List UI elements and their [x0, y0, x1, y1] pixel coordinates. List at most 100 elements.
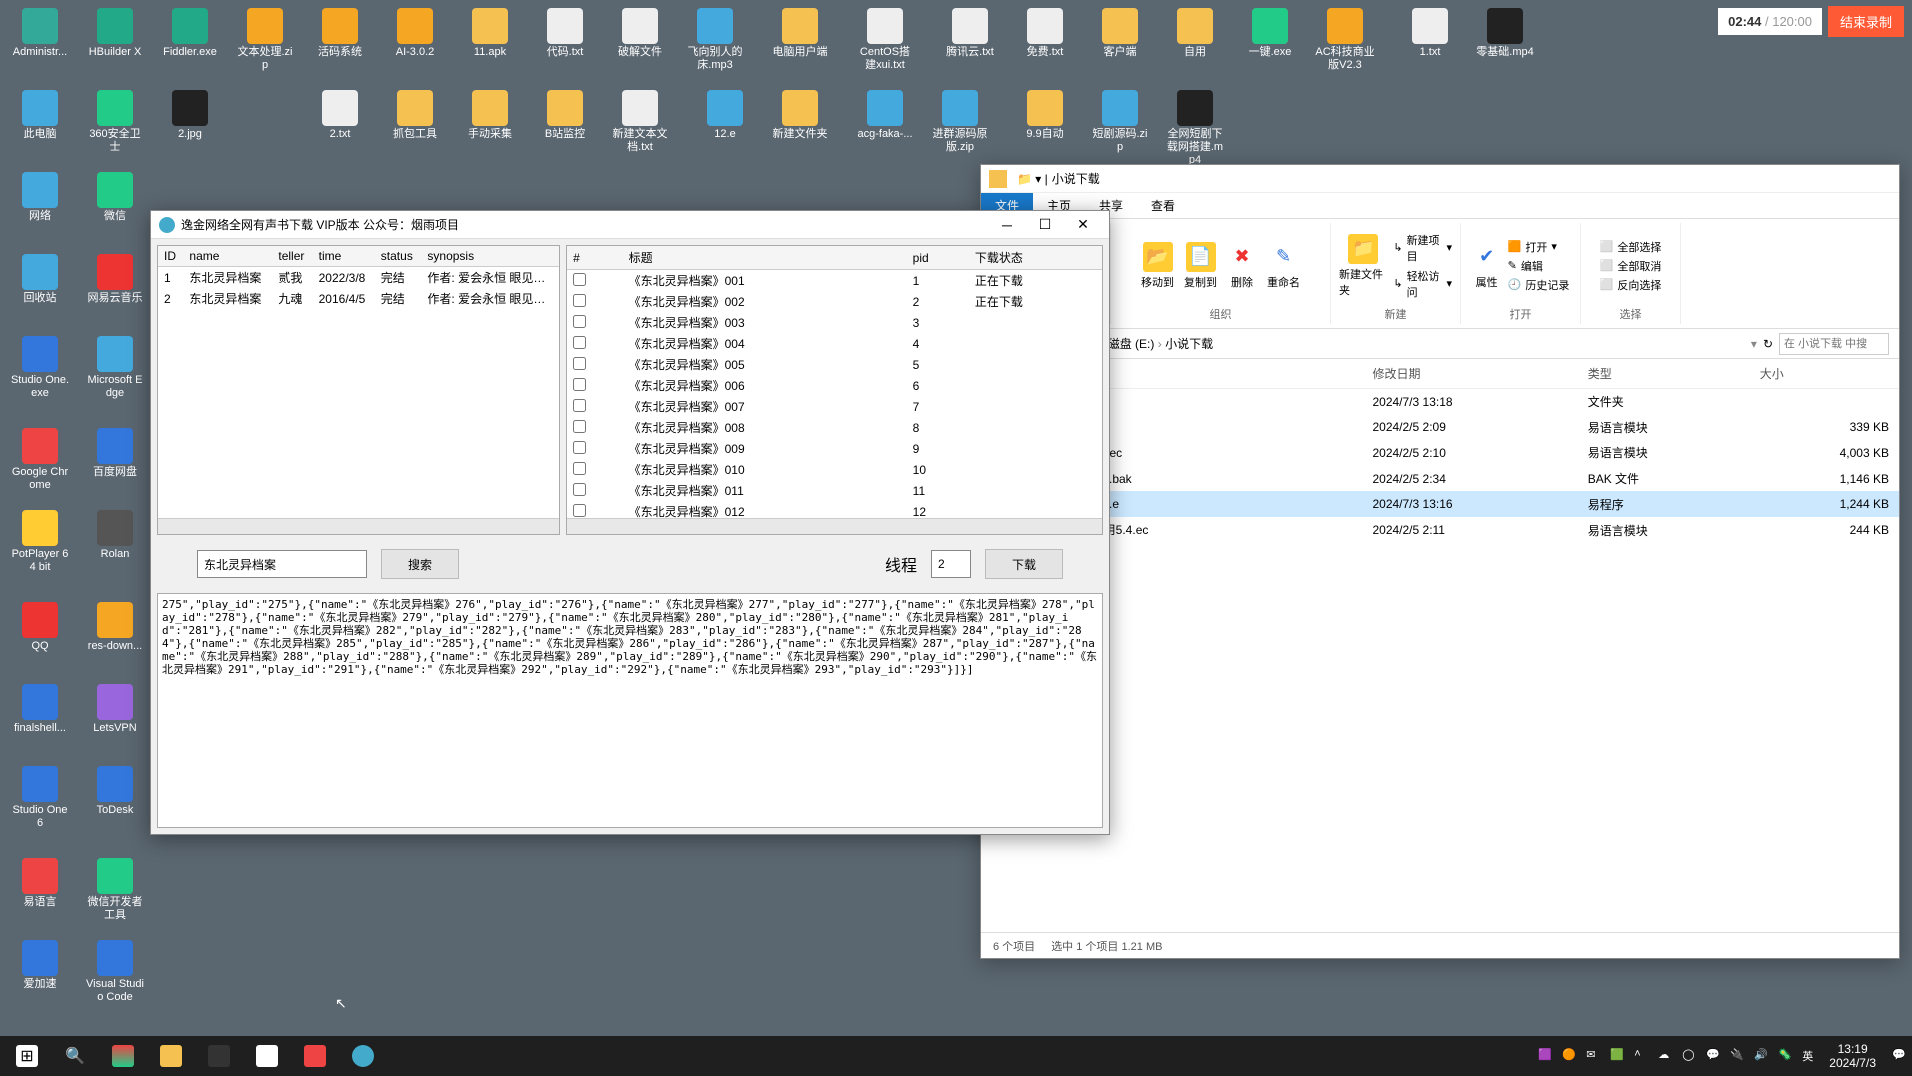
notifications-icon[interactable]: 💬 [1892, 1048, 1908, 1064]
result-row[interactable]: 2东北灵异档案九魂2016/4/5完结作者: 爱会永恒 眼见… [158, 288, 559, 309]
desktop-icon[interactable]: Visual Studio Code [85, 940, 145, 1004]
end-recording-button[interactable]: 结束录制 [1828, 6, 1904, 37]
desktop-icon[interactable]: Google Chrome [10, 428, 70, 492]
explorer-tab[interactable]: 查看 [1137, 193, 1189, 218]
thread-count-input[interactable] [931, 550, 971, 578]
episode-checkbox[interactable] [573, 504, 586, 517]
episode-checkbox[interactable] [573, 420, 586, 433]
desktop-icon[interactable]: Microsoft Edge [85, 336, 145, 400]
horizontal-scrollbar[interactable] [567, 518, 1102, 534]
desktop-icon[interactable]: 代码.txt [535, 8, 595, 59]
desktop-icon[interactable]: CentOS搭建xui.txt [855, 8, 915, 72]
episode-row[interactable]: 《东北灵异档案》0044 [567, 333, 1102, 354]
desktop-icon[interactable]: 网络 [10, 172, 70, 223]
desktop-icon[interactable]: 2.txt [310, 90, 370, 141]
desktop-icon[interactable]: 网易云音乐 [85, 254, 145, 305]
episode-checkbox[interactable] [573, 357, 586, 370]
file-row[interactable]: 下载2024/7/3 13:18文件夹 [981, 389, 1899, 415]
desktop-icon[interactable]: Rolan [85, 510, 145, 561]
episode-row[interactable]: 《东北灵异档案》0088 [567, 417, 1102, 438]
column-header[interactable]: teller [272, 246, 312, 267]
start-button[interactable]: ⊞ [4, 1036, 50, 1076]
rename-button[interactable]: ✎重命名 [1267, 242, 1300, 290]
column-header[interactable]: name [183, 246, 272, 267]
episode-checkbox[interactable] [573, 441, 586, 454]
episode-row[interactable]: 《东北灵异档案》0022正在下载 [567, 291, 1102, 312]
episode-checkbox[interactable] [573, 399, 586, 412]
horizontal-scrollbar[interactable] [158, 518, 559, 534]
properties-button[interactable]: ✔属性 [1472, 242, 1502, 290]
breadcrumb[interactable]: ← → › 此电脑 › 本地磁盘 (E:) › 小说下载 ▾ ↻ [981, 329, 1899, 359]
minimize-button[interactable]: ─ [989, 215, 1025, 235]
desktop-icon[interactable]: 腾讯云.txt [940, 8, 1000, 59]
desktop-icon[interactable]: 抓包工具 [385, 90, 445, 141]
desktop-icon[interactable]: 自用 [1165, 8, 1225, 59]
desktop-icon[interactable]: HBuilder X [85, 8, 145, 59]
desktop-icon[interactable]: 一键.exe [1240, 8, 1300, 59]
episode-row[interactable]: 《东北灵异档案》0099 [567, 438, 1102, 459]
desktop-icon[interactable]: 1.txt [1400, 8, 1460, 59]
app-taskbar-2[interactable] [244, 1036, 290, 1076]
episode-row[interactable]: 《东北灵异档案》0033 [567, 312, 1102, 333]
file-list[interactable]: 名称修改日期类型大小 下载2024/7/3 13:18文件夹zyJson3.2.… [981, 359, 1899, 932]
log-output[interactable]: 275","play_id":"275"},{"name":"《东北灵异档案》2… [157, 593, 1103, 828]
desktop-icon[interactable]: AI-3.0.2 [385, 8, 445, 59]
desktop-icon[interactable]: 客户端 [1090, 8, 1150, 59]
tray-icon[interactable]: 💬 [1706, 1048, 1722, 1064]
tray-icon[interactable]: ◯ [1682, 1048, 1698, 1064]
copy-to-button[interactable]: 📄复制到 [1184, 242, 1217, 290]
episode-row[interactable]: 《东北灵异档案》01111 [567, 480, 1102, 501]
tray-icon[interactable]: ✉ [1586, 1048, 1602, 1064]
desktop-icon[interactable]: 全网短剧下载网搭建.mp4 [1165, 90, 1225, 167]
tray-icon[interactable]: ☁ [1658, 1048, 1674, 1064]
edit-button[interactable]: ✎ 编辑 [1508, 257, 1570, 275]
desktop-icon[interactable]: Studio One 6 [10, 766, 70, 830]
result-row[interactable]: 1东北灵异档案贰我2022/3/8完结作者: 爱会永恒 眼见… [158, 267, 559, 289]
episode-checkbox[interactable] [573, 273, 586, 286]
episode-table[interactable]: #标题pid下载状态《东北灵异档案》0011正在下载《东北灵异档案》0022正在… [566, 245, 1103, 535]
column-header[interactable]: time [313, 246, 375, 267]
file-row[interactable]: 鱼刺类_多线程应用5.4.ec2024/2/5 2:11易语言模块244 KB [981, 517, 1899, 543]
desktop-icon[interactable]: 爱加速 [10, 940, 70, 991]
delete-button[interactable]: ✖删除 [1227, 242, 1257, 290]
desktop-icon[interactable]: 文本处理.zip [235, 8, 295, 72]
column-header[interactable]: ID [158, 246, 183, 267]
desktop-icon[interactable]: 短剧源码.zip [1090, 90, 1150, 154]
column-header[interactable]: # [567, 246, 622, 270]
desktop-icon[interactable]: Administr... [10, 8, 70, 59]
desktop-icon[interactable]: 微信开发者工具 [85, 858, 145, 922]
desktop-icon[interactable]: 百度网盘 [85, 428, 145, 479]
app-taskbar-4[interactable] [340, 1036, 386, 1076]
tray-icon[interactable]: 🟩 [1610, 1048, 1626, 1064]
explorer-search-input[interactable] [1779, 333, 1889, 355]
file-row[interactable]: 小说搜索批量下载.bak2024/2/5 2:34BAK 文件1,146 KB [981, 466, 1899, 492]
desktop-icon[interactable]: Studio One.exe [10, 336, 70, 400]
column-header[interactable]: 下载状态 [969, 246, 1102, 270]
episode-checkbox[interactable] [573, 315, 586, 328]
episode-row[interactable]: 《东北灵异档案》0066 [567, 375, 1102, 396]
history-button[interactable]: 🕘 历史记录 [1508, 276, 1570, 294]
column-header[interactable]: status [375, 246, 422, 267]
column-header[interactable]: 标题 [623, 246, 907, 270]
desktop-icon[interactable]: 此电脑 [10, 90, 70, 141]
taskbar[interactable]: ⊞ 🔍 🟪 🟠 ✉ 🟩 ˄ ☁ ◯ 💬 🔌 🔊 🦠 英 13:19 2024/7… [0, 1036, 1912, 1076]
desktop-icon[interactable]: 新建文件夹 [770, 90, 830, 141]
desktop-icon[interactable]: res-down... [85, 602, 145, 653]
desktop-icon[interactable]: 2.jpg [160, 90, 220, 141]
desktop-icon[interactable]: ToDesk [85, 766, 145, 817]
column-header[interactable]: synopsis [421, 246, 559, 267]
taskbar-clock[interactable]: 13:19 2024/7/3 [1821, 1042, 1884, 1070]
search-results-table[interactable]: IDnametellertimestatussynopsis1东北灵异档案贰我2… [157, 245, 560, 535]
desktop-icon[interactable]: QQ [10, 602, 70, 653]
new-folder-button[interactable]: 📁新建文件夹 [1339, 234, 1387, 298]
desktop-icon[interactable]: 微信 [85, 172, 145, 223]
desktop-icon[interactable]: 破解文件 [610, 8, 670, 59]
desktop-icon[interactable]: LetsVPN [85, 684, 145, 735]
desktop-icon[interactable]: AC科技商业版V2.3 [1315, 8, 1375, 72]
invert-selection-button[interactable]: ⬜ 反向选择 [1600, 276, 1662, 294]
refresh-icon[interactable]: ↻ [1763, 337, 1773, 351]
episode-row[interactable]: 《东北灵异档案》01010 [567, 459, 1102, 480]
desktop-icon[interactable]: 11.apk [460, 8, 520, 59]
select-all-button[interactable]: ⬜ 全部选择 [1600, 238, 1662, 256]
downloader-app-window[interactable]: 逸金网络全网有声书下载 VIP版本 公众号：烟雨项目 ─ ☐ ✕ IDnamet… [150, 210, 1110, 835]
